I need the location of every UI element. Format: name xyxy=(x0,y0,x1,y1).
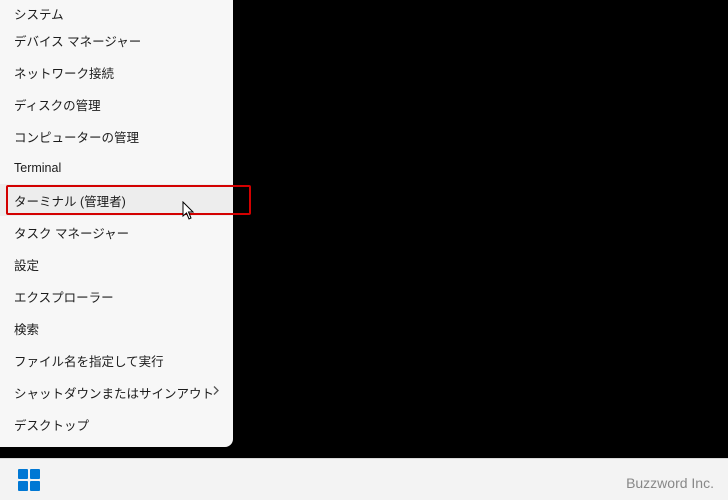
menu-item-computer-management[interactable]: コンピューターの管理 xyxy=(0,120,233,152)
chevron-right-icon xyxy=(213,386,219,399)
menu-item-terminal[interactable]: Terminal xyxy=(0,152,233,184)
menu-item-search[interactable]: 検索 xyxy=(0,312,233,344)
menu-item-desktop[interactable]: デスクトップ xyxy=(0,408,233,440)
menu-item-system[interactable]: システム xyxy=(0,0,233,24)
menu-item-label: ターミナル (管理者) xyxy=(14,191,126,210)
menu-item-label: ネットワーク接続 xyxy=(14,63,114,82)
menu-item-label: デバイス マネージャー xyxy=(14,31,141,50)
menu-list: システム デバイス マネージャー ネットワーク接続 ディスクの管理 コンピュータ… xyxy=(0,0,233,440)
menu-item-label: ディスクの管理 xyxy=(14,95,101,114)
menu-item-label: デスクトップ xyxy=(14,415,89,434)
menu-item-label: 検索 xyxy=(14,319,39,338)
menu-item-explorer[interactable]: エクスプローラー xyxy=(0,280,233,312)
menu-item-label: タスク マネージャー xyxy=(14,223,129,242)
menu-item-task-manager[interactable]: タスク マネージャー xyxy=(0,216,233,248)
menu-item-label: エクスプローラー xyxy=(14,287,114,306)
menu-item-label: コンピューターの管理 xyxy=(14,127,139,146)
menu-item-terminal-admin[interactable]: ターミナル (管理者) xyxy=(0,184,233,216)
menu-item-disk-management[interactable]: ディスクの管理 xyxy=(0,88,233,120)
taskbar: Buzzword Inc. xyxy=(0,458,728,500)
menu-item-run[interactable]: ファイル名を指定して実行 xyxy=(0,344,233,376)
menu-item-label: システム xyxy=(14,4,64,23)
watermark-text: Buzzword Inc. xyxy=(626,475,714,491)
windows-logo-icon xyxy=(18,469,40,491)
menu-item-label: 設定 xyxy=(14,255,39,274)
menu-item-label: シャットダウンまたはサインアウト xyxy=(14,383,214,402)
menu-item-device-manager[interactable]: デバイス マネージャー xyxy=(0,24,233,56)
menu-item-network-connections[interactable]: ネットワーク接続 xyxy=(0,56,233,88)
menu-item-shutdown-signout[interactable]: シャットダウンまたはサインアウト xyxy=(0,376,233,408)
menu-item-settings[interactable]: 設定 xyxy=(0,248,233,280)
start-button[interactable] xyxy=(8,459,50,500)
menu-item-label: Terminal xyxy=(14,161,61,175)
winx-context-menu: システム デバイス マネージャー ネットワーク接続 ディスクの管理 コンピュータ… xyxy=(0,0,233,447)
menu-item-label: ファイル名を指定して実行 xyxy=(14,351,164,370)
